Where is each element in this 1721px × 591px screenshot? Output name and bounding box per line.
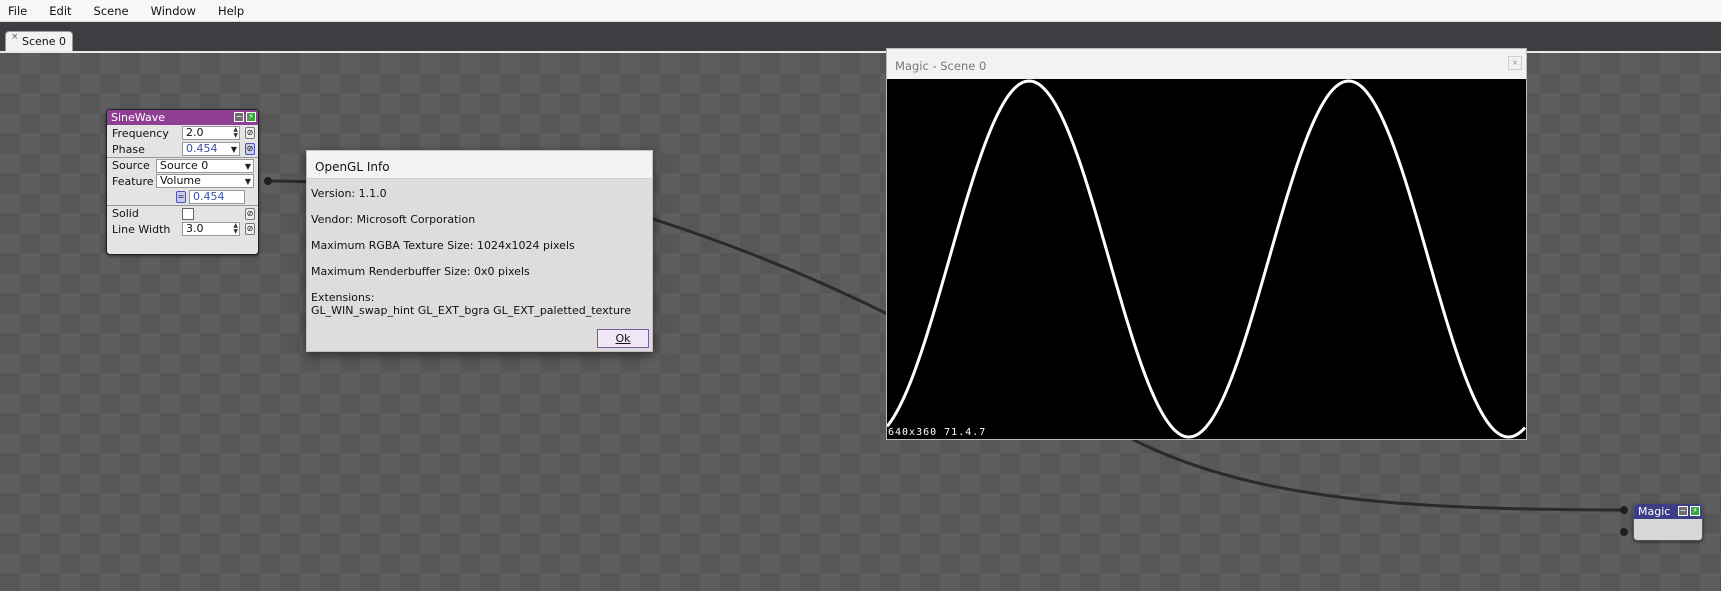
resolution-readout: 640x360 71.4.7 xyxy=(888,427,987,438)
power-icon[interactable]: ⚡ xyxy=(246,112,256,122)
sinewave-node-title: SineWave xyxy=(111,111,165,124)
feature-output-value: 0.454 xyxy=(189,190,245,204)
frequency-row: Frequency 2.0 ▲ ▼ ⊘ xyxy=(107,125,258,141)
feature-output-row: = 0.454 xyxy=(107,189,258,205)
magic-input-port-1 xyxy=(1620,506,1628,514)
linewidth-label: Line Width xyxy=(112,222,171,236)
stepper-arrows-icon[interactable]: ▲ ▼ xyxy=(233,127,238,139)
extensions-text: GL_WIN_swap_hint GL_EXT_bgra GL_EXT_pale… xyxy=(311,304,631,317)
collapse-icon[interactable]: − xyxy=(1678,506,1688,516)
solid-row: Solid ⊘ xyxy=(107,205,258,221)
source-label: Source xyxy=(112,159,150,172)
magic-node[interactable]: Magic − ⚡ xyxy=(1633,503,1703,541)
linewidth-row: Line Width 3.0 ▲ ▼ ⊘ xyxy=(107,221,258,237)
phase-row: Phase 0.454 ▼ ⊘ xyxy=(107,141,258,157)
chevron-down-icon[interactable]: ▼ xyxy=(245,161,251,173)
source-select[interactable]: Source 0 ▼ xyxy=(156,158,254,173)
feature-label: Feature xyxy=(112,174,154,188)
solid-label: Solid xyxy=(112,207,139,220)
link-icon-active[interactable]: ⊘ xyxy=(245,143,255,155)
preview-window[interactable]: Magic - Scene 0 × 640x360 71.4.7 xyxy=(886,48,1527,440)
dialog-title: OpenGL Info xyxy=(307,151,652,179)
frequency-label: Frequency xyxy=(112,126,169,140)
feature-select[interactable]: Volume ▼ xyxy=(156,174,254,188)
vendor-text: Vendor: Microsoft Corporation xyxy=(311,213,476,226)
extensions-label: Extensions: xyxy=(311,291,375,304)
max-renderbuffer-text: Maximum Renderbuffer Size: 0x0 pixels xyxy=(311,265,530,278)
feature-row: Feature Volume ▼ xyxy=(107,173,258,189)
ok-button[interactable]: Ok xyxy=(597,329,649,348)
sinewave-node-header[interactable]: SineWave − ⚡ xyxy=(107,110,258,125)
close-icon[interactable]: × xyxy=(1508,56,1522,70)
magic-input-port-2 xyxy=(1620,528,1628,536)
source-row: Source Source 0 ▼ xyxy=(107,157,258,173)
sinewave-node[interactable]: SineWave − ⚡ Frequency 2.0 ▲ ▼ ⊘ Phase 0.… xyxy=(106,109,259,255)
chevron-down-icon[interactable]: ▼ xyxy=(245,176,251,188)
opengl-info-dialog[interactable]: OpenGL Info Version: 1.1.0 Vendor: Micro… xyxy=(306,150,653,352)
link-icon[interactable]: ⊘ xyxy=(245,127,255,139)
chevron-down-icon[interactable]: ▼ xyxy=(231,144,237,156)
max-texture-text: Maximum RGBA Texture Size: 1024x1024 pix… xyxy=(311,239,575,252)
collapse-icon[interactable]: − xyxy=(234,112,244,122)
link-icon[interactable]: ⊘ xyxy=(245,223,255,235)
equals-icon[interactable]: = xyxy=(176,191,186,203)
sine-wave-curve xyxy=(887,79,1526,439)
wire-preview-to-magic xyxy=(1129,436,1624,512)
preview-title-bar[interactable]: Magic - Scene 0 × xyxy=(887,49,1526,79)
phase-label: Phase xyxy=(112,142,145,156)
version-text: Version: 1.1.0 xyxy=(311,187,387,200)
preview-render xyxy=(887,79,1526,439)
power-icon[interactable]: ⚡ xyxy=(1690,506,1700,516)
linewidth-stepper[interactable]: 3.0 ▲ ▼ xyxy=(182,222,240,236)
magic-node-header[interactable]: Magic − ⚡ xyxy=(1634,504,1702,519)
sinewave-output-port xyxy=(264,177,272,185)
stepper-arrows-icon[interactable]: ▲ ▼ xyxy=(233,223,238,235)
magic-node-title: Magic xyxy=(1638,505,1671,518)
preview-title: Magic - Scene 0 xyxy=(895,59,987,73)
link-icon[interactable]: ⊘ xyxy=(245,208,255,220)
frequency-stepper[interactable]: 2.0 ▲ ▼ xyxy=(182,126,240,140)
phase-dropdown[interactable]: 0.454 ▼ xyxy=(182,142,240,156)
solid-checkbox[interactable] xyxy=(182,207,194,220)
